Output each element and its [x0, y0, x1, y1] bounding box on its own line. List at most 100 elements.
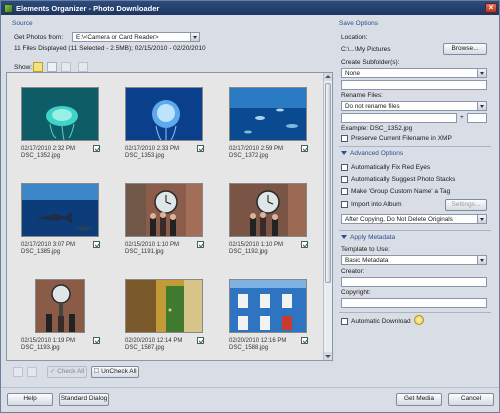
import-album-checkbox[interactable] — [341, 201, 348, 208]
photo-checkbox[interactable] — [197, 337, 204, 344]
check-all-label: Check All — [57, 368, 85, 375]
photo-filename: DSC_1352.jpg — [21, 153, 61, 159]
apply-metadata-header[interactable]: Apply Metadata — [341, 234, 395, 241]
show-photos-icon[interactable] — [33, 62, 43, 72]
suggest-stacks-label: Automatically Suggest Photo Stacks — [351, 176, 456, 183]
photo-cell[interactable]: 02/20/2010 12:16 PM DSC_1588.jpg — [219, 265, 319, 355]
automatic-download-label: Automatic Download — [351, 318, 411, 325]
automatic-download-checkbox[interactable] — [341, 318, 348, 325]
photo-downloader-window: Elements Organizer - Photo Downloader × … — [0, 0, 500, 413]
footer-divider — [1, 387, 499, 388]
show-other-files-icon[interactable] — [78, 62, 88, 72]
location-path: C:\...\My Pictures — [341, 46, 391, 53]
photo-thumbnail[interactable] — [229, 279, 307, 333]
scroll-thumb[interactable] — [325, 83, 331, 283]
chevron-down-icon — [477, 215, 486, 223]
photo-filename: DSC_1193.jpg — [21, 345, 60, 351]
photo-checkbox[interactable] — [93, 145, 100, 152]
preserve-filename-checkbox[interactable] — [341, 135, 348, 142]
photo-checkbox[interactable] — [93, 241, 100, 248]
cancel-button[interactable]: Cancel — [448, 393, 494, 406]
photo-grid: 02/17/2010 2:32 PM DSC_1352.jpg 02/17/20… — [6, 72, 333, 361]
rotate-left-icon[interactable] — [13, 367, 23, 377]
source-section-label: Source — [12, 20, 33, 27]
fix-red-eyes-checkbox[interactable] — [341, 164, 348, 171]
photo-checkbox[interactable] — [301, 241, 308, 248]
photo-filename: DSC_1192.jpg — [229, 249, 268, 255]
rename-prefix-field[interactable] — [341, 113, 457, 123]
settings-button[interactable]: Settings... — [445, 199, 487, 211]
check-all-button[interactable]: ✓ Check All — [47, 366, 87, 378]
custom-name-tag-label: Make 'Group Custom Name' a Tag — [351, 188, 451, 195]
photo-thumbnail[interactable] — [35, 279, 85, 333]
standard-dialog-button[interactable]: Standard Dialog — [59, 393, 109, 406]
rename-suffix-field[interactable] — [467, 113, 487, 123]
photo-date: 02/15/2010 1:10 PM — [229, 242, 284, 248]
rotate-right-icon[interactable] — [27, 367, 37, 377]
scroll-up-arrow-icon[interactable] — [324, 73, 332, 81]
after-copy-dropdown[interactable]: After Copying, Do Not Delete Originals — [341, 214, 487, 224]
photo-thumbnail[interactable] — [229, 183, 307, 237]
window-title: Elements Organizer - Photo Downloader — [16, 3, 160, 13]
suggest-stacks-checkbox[interactable] — [341, 176, 348, 183]
after-copy-value: After Copying, Do Not Delete Originals — [345, 216, 453, 223]
photo-cell[interactable]: 02/15/2010 1:10 PM DSC_1191.jpg — [115, 169, 215, 259]
chevron-down-icon — [477, 256, 486, 264]
photo-cell[interactable]: 02/17/2010 2:33 PM DSC_1353.jpg — [115, 73, 215, 163]
photo-checkbox[interactable] — [301, 337, 308, 344]
template-dropdown[interactable]: Basic Metadata — [341, 255, 487, 265]
get-media-button[interactable]: Get Media — [396, 393, 442, 406]
photo-cell[interactable]: 02/17/2010 2:59 PM DSC_1372.jpg — [219, 73, 319, 163]
options-pane: Save Options Location: C:\...\My Picture… — [337, 18, 495, 388]
photo-date: 02/17/2010 2:33 PM — [125, 146, 180, 152]
browse-button[interactable]: Browse... — [443, 43, 487, 55]
photo-cell[interactable]: 02/15/2010 1:19 PM DSC_1193.jpg — [11, 265, 111, 355]
photo-date: 02/17/2010 2:59 PM — [229, 146, 284, 152]
photo-thumbnail[interactable] — [21, 183, 99, 237]
get-photos-dropdown[interactable]: E:\<Camera or Card Reader> — [72, 32, 200, 42]
divider — [339, 230, 491, 231]
uncheck-all-label: UnCheck All — [101, 368, 137, 375]
photo-checkbox[interactable] — [93, 337, 100, 344]
close-button[interactable]: × — [485, 3, 497, 13]
photo-checkbox[interactable] — [197, 145, 204, 152]
photo-date: 02/17/2010 2:32 PM — [21, 146, 76, 152]
show-audio-icon[interactable] — [61, 62, 71, 72]
show-label: Show: — [14, 64, 33, 71]
photo-cell[interactable]: 02/15/2010 1:10 PM DSC_1192.jpg — [219, 169, 319, 259]
uncheck-all-button[interactable]: ☐ UnCheck All — [91, 366, 139, 378]
divider — [339, 312, 491, 313]
scroll-down-arrow-icon[interactable] — [324, 352, 332, 360]
files-info: 11 Files Displayed (11 Selected - 2.5MB)… — [14, 45, 206, 52]
photo-date: 02/20/2010 12:16 PM — [229, 338, 287, 344]
photo-thumbnail[interactable] — [125, 183, 203, 237]
lightbulb-icon[interactable] — [414, 315, 424, 325]
custom-name-tag-checkbox[interactable] — [341, 188, 348, 195]
photo-checkbox[interactable] — [301, 145, 308, 152]
grid-scrollbar[interactable] — [323, 73, 332, 360]
copyright-label: Copyright: — [341, 289, 371, 296]
rename-files-label: Rename Files: — [341, 92, 383, 99]
show-video-icon[interactable] — [47, 62, 57, 72]
subfolder-dropdown[interactable]: None — [341, 68, 487, 78]
collapse-arrow-icon — [341, 151, 347, 156]
help-button[interactable]: Help — [7, 393, 53, 406]
title-bar: Elements Organizer - Photo Downloader × — [1, 1, 499, 15]
copyright-field[interactable] — [341, 298, 487, 308]
photo-thumbnail[interactable] — [125, 87, 203, 141]
creator-field[interactable] — [341, 277, 487, 287]
preserve-filename-label: Preserve Current Filename in XMP — [351, 135, 452, 142]
photo-checkbox[interactable] — [197, 241, 204, 248]
advanced-options-header[interactable]: Advanced Options — [341, 150, 403, 157]
photo-cell[interactable]: 02/17/2010 3:07 PM DSC_1385.jpg — [11, 169, 111, 259]
import-album-label: Import into Album — [351, 201, 402, 208]
photo-date: 02/15/2010 1:10 PM — [125, 242, 180, 248]
creator-label: Creator: — [341, 268, 365, 275]
photo-cell[interactable]: 02/17/2010 2:32 PM DSC_1352.jpg — [11, 73, 111, 163]
subfolder-name-field[interactable] — [341, 80, 487, 90]
photo-thumbnail[interactable] — [229, 87, 307, 141]
photo-thumbnail[interactable] — [21, 87, 99, 141]
rename-files-dropdown[interactable]: Do not rename files — [341, 101, 487, 111]
photo-thumbnail[interactable] — [125, 279, 203, 333]
photo-cell[interactable]: 02/20/2010 12:14 PM DSC_1587.jpg — [115, 265, 215, 355]
